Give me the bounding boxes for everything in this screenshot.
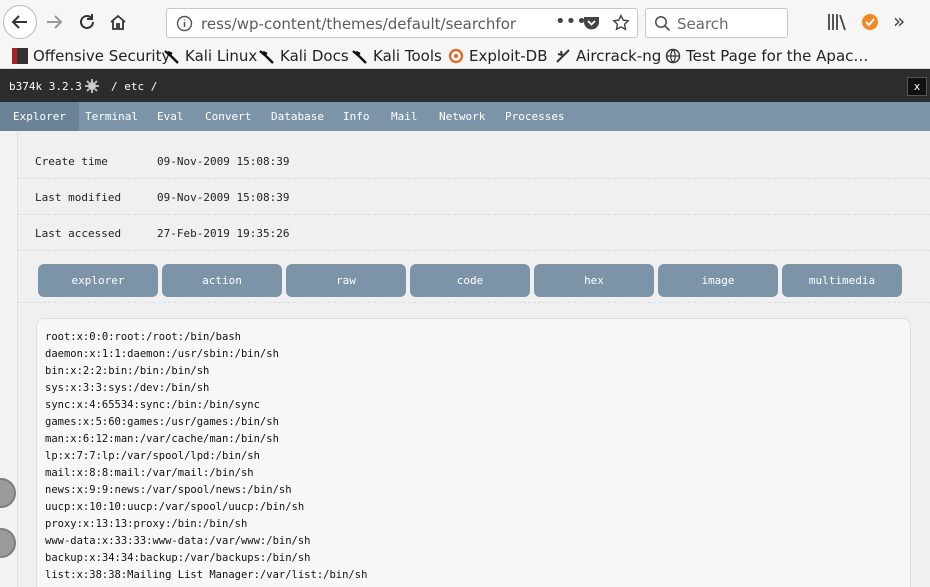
file-line: www-data:x:33:33:www-data:/var/www:/bin/… xyxy=(45,535,311,547)
bookmark-label: Kali Docs xyxy=(280,47,349,65)
info-label: Create time xyxy=(35,155,108,168)
bookmark-label: Test Page for the Apac… xyxy=(686,47,869,65)
offsec-icon xyxy=(12,48,28,64)
library-icon[interactable] xyxy=(827,13,847,31)
kali-dragon-icon xyxy=(164,50,179,64)
tab-network[interactable]: Network xyxy=(439,102,485,131)
overflow-menu-icon[interactable]: » xyxy=(893,9,905,33)
search-placeholder: Search xyxy=(677,15,729,33)
extension-icon[interactable] xyxy=(860,12,880,32)
home-button[interactable] xyxy=(107,11,129,33)
globe-icon xyxy=(665,48,681,64)
info-row-last-modified: Last modified 09-Nov-2009 15:08:39 xyxy=(18,179,930,215)
file-line: sys:x:3:3:sys:/dev:/bin/sh xyxy=(45,382,210,394)
view-mode-buttons: explorer action raw code hex image multi… xyxy=(18,256,930,303)
shell-header: b374k 3.2.3 / etc / x xyxy=(0,69,930,102)
reload-button[interactable] xyxy=(76,11,98,33)
file-view-panel: Create time 09-Nov-2009 15:08:39 Last mo… xyxy=(17,131,930,587)
url-bar[interactable]: ress/wp-content/themes/default/searchfor… xyxy=(166,8,638,38)
scroll-down-button[interactable] xyxy=(0,528,16,558)
kali-dragon-icon xyxy=(352,50,367,64)
bookmark-item[interactable]: Offensive Security xyxy=(12,45,170,67)
file-line: lp:x:7:7:lp:/var/spool/lpd:/bin/sh xyxy=(45,450,260,462)
file-line: games:x:5:60:games:/usr/games:/bin/sh xyxy=(45,416,279,428)
file-line: daemon:x:1:1:daemon:/usr/sbin:/bin/sh xyxy=(45,348,279,360)
back-button[interactable] xyxy=(3,5,37,39)
bookmark-item[interactable]: Kali Docs xyxy=(259,45,349,67)
info-row-create-time: Create time 09-Nov-2009 15:08:39 xyxy=(18,143,930,179)
browser-toolbar: ress/wp-content/themes/default/searchfor… xyxy=(0,0,930,42)
tab-eval[interactable]: Eval xyxy=(157,102,184,131)
pocket-icon[interactable] xyxy=(583,15,600,31)
info-label: Last accessed xyxy=(35,227,122,240)
bookmark-label: Offensive Security xyxy=(33,47,171,65)
file-line: mail:x:8:8:mail:/var/mail:/bin/sh xyxy=(45,467,254,479)
image-button[interactable]: image xyxy=(658,264,778,297)
bookmark-item[interactable]: Kali Tools xyxy=(352,45,442,67)
file-line: backup:x:34:34:backup:/var/backups:/bin/… xyxy=(45,552,311,564)
file-line: list:x:38:38:Mailing List Manager:/var/l… xyxy=(45,569,368,581)
kali-dragon-icon xyxy=(259,50,274,64)
bookmark-label: Aircrack-ng xyxy=(576,47,662,65)
close-label: x xyxy=(913,80,921,93)
tab-database[interactable]: Database xyxy=(271,102,324,131)
file-line: proxy:x:13:13:proxy:/bin:/bin/sh xyxy=(45,518,248,530)
bookmark-label: Kali Tools xyxy=(373,47,442,65)
code-button[interactable]: code xyxy=(410,264,530,297)
bookmark-item[interactable]: Test Page for the Apac… xyxy=(665,45,868,67)
file-line: uucp:x:10:10:uucp:/var/spool/uucp:/bin/s… xyxy=(45,501,305,513)
hex-button[interactable]: hex xyxy=(534,264,654,297)
tab-processes[interactable]: Processes xyxy=(505,102,565,131)
info-label: Last modified xyxy=(35,191,122,204)
info-row-last-accessed: Last accessed 27-Feb-2019 19:35:26 xyxy=(18,215,930,251)
info-value: 09-Nov-2009 15:08:39 xyxy=(157,155,290,168)
file-line: root:x:0:0:root:/root:/bin/bash xyxy=(45,331,241,343)
bookmark-item[interactable]: Aircrack-ng xyxy=(555,45,661,67)
aircrack-icon xyxy=(556,49,570,63)
main-menu: Explorer Terminal Eval Convert Database … xyxy=(0,102,930,131)
back-arrow-icon xyxy=(11,15,27,29)
home-icon xyxy=(110,14,126,30)
raw-button[interactable]: raw xyxy=(286,264,406,297)
current-path[interactable]: / etc / xyxy=(111,80,157,93)
file-line: news:x:9:9:news:/var/spool/news:/bin/sh xyxy=(45,484,292,496)
reload-icon xyxy=(80,14,94,29)
tab-explorer[interactable]: Explorer xyxy=(0,102,79,131)
explorer-button[interactable]: explorer xyxy=(38,264,158,297)
search-input[interactable]: Search xyxy=(645,8,788,38)
file-line: bin:x:2:2:bin:/bin:/bin/sh xyxy=(45,365,210,377)
tab-info[interactable]: Info xyxy=(343,102,370,131)
info-value: 09-Nov-2009 15:08:39 xyxy=(157,191,290,204)
bookmark-label: Kali Linux xyxy=(185,47,258,65)
file-line: man:x:6:12:man:/var/cache/man:/bin/sh xyxy=(45,433,279,445)
forward-arrow-icon xyxy=(47,15,63,29)
search-icon xyxy=(655,16,671,32)
forward-button[interactable] xyxy=(43,11,65,33)
info-icon xyxy=(176,15,193,32)
tab-terminal[interactable]: Terminal xyxy=(85,102,138,131)
scroll-up-button[interactable] xyxy=(0,478,16,508)
bookmarks-toolbar: Offensive Security Kali Linux Kali Docs … xyxy=(0,42,930,69)
tab-mail[interactable]: Mail xyxy=(391,102,418,131)
close-button[interactable]: x xyxy=(907,77,927,96)
bookmark-item[interactable]: Exploit-DB xyxy=(448,45,548,67)
multimedia-button[interactable]: multimedia xyxy=(782,264,902,297)
shell-title: b374k 3.2.3 xyxy=(9,80,82,93)
exploitdb-icon xyxy=(448,48,464,64)
gear-logo-icon xyxy=(85,79,99,93)
info-value: 27-Feb-2019 19:35:26 xyxy=(157,227,290,240)
tab-convert[interactable]: Convert xyxy=(205,102,251,131)
file-content: root:x:0:0:root:/root:/bin/bash daemon:x… xyxy=(36,318,911,587)
url-text: ress/wp-content/themes/default/searchfor… xyxy=(201,15,517,33)
bookmark-item[interactable]: Kali Linux xyxy=(164,45,257,67)
action-button[interactable]: action xyxy=(162,264,282,297)
file-line: sync:x:4:65534:sync:/bin:/bin/sync xyxy=(45,399,260,411)
bookmark-label: Exploit-DB xyxy=(469,47,548,65)
bookmark-star-icon[interactable] xyxy=(612,14,630,32)
